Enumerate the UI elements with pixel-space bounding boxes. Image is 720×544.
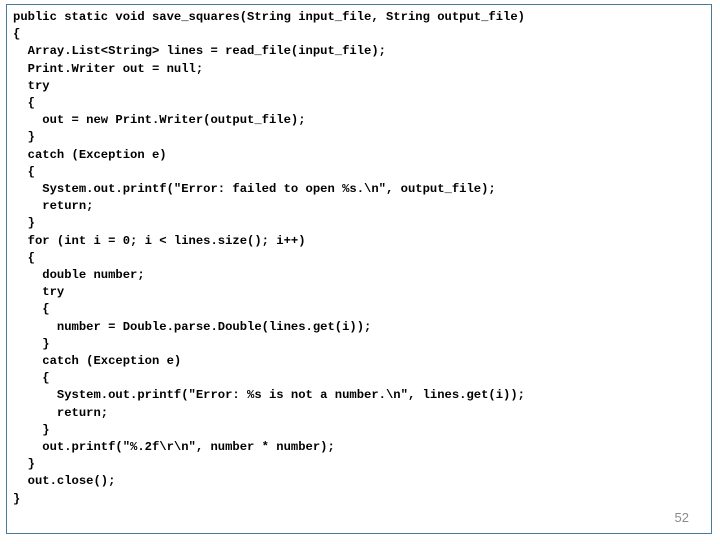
code-frame: public static void save_squares(String i… [6,4,712,534]
code-block: public static void save_squares(String i… [13,9,705,508]
page-number: 52 [675,510,689,525]
